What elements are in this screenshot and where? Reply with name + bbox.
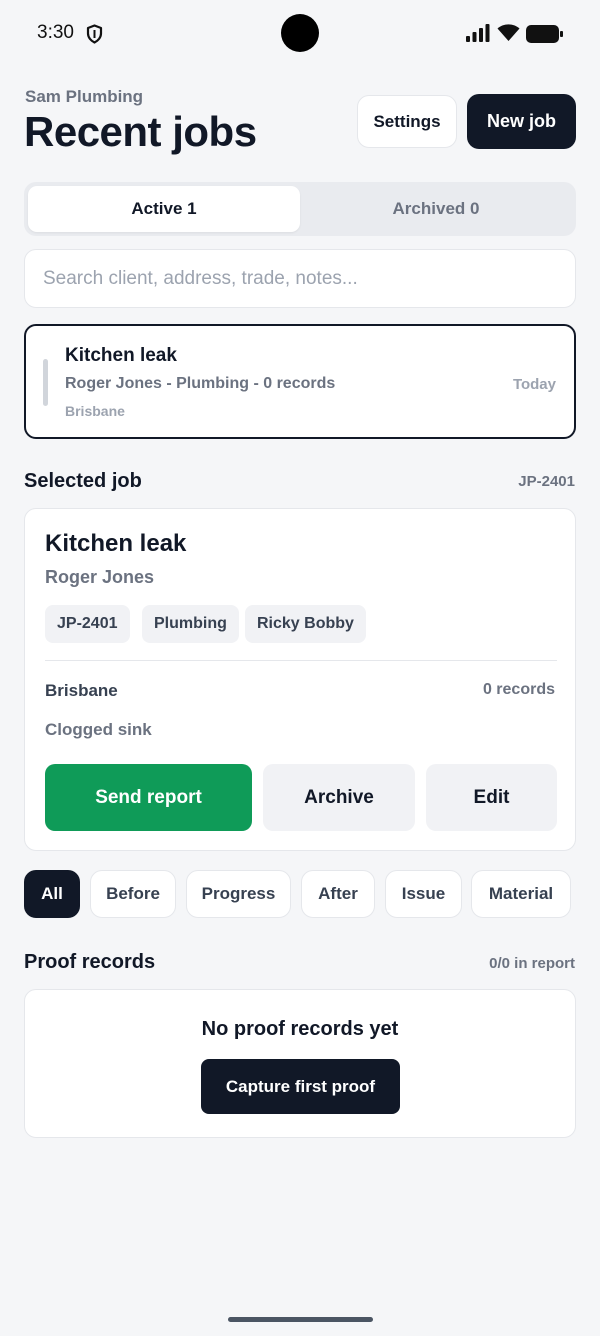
tab-archived[interactable]: Archived 0 <box>300 186 572 232</box>
selected-job-records: 0 records <box>482 681 555 698</box>
filter-progress[interactable]: Progress <box>186 870 291 918</box>
new-job-button[interactable]: New job <box>467 94 576 149</box>
camera-cutout <box>281 14 319 52</box>
job-status-tabs: Active 1 Archived 0 <box>24 182 576 236</box>
signal-icon <box>466 24 490 42</box>
proof-records-card: No proof records yet Capture first proof <box>24 989 576 1138</box>
job-title: Kitchen leak <box>65 345 177 366</box>
divider <box>45 660 557 661</box>
send-report-button[interactable]: Send report <box>45 764 252 831</box>
chip-job-id: JP-2401 <box>45 605 130 643</box>
selected-job-location: Brisbane <box>45 681 118 700</box>
page-title: Recent jobs <box>24 108 257 155</box>
wifi-icon <box>497 24 520 41</box>
chip-trade: Plumbing <box>142 605 239 643</box>
selected-job-title: Kitchen leak <box>45 530 187 557</box>
job-meta: Roger Jones - Plumbing - 0 records <box>65 375 336 392</box>
status-time: 3:30 <box>37 22 74 43</box>
empty-state-text: No proof records yet <box>201 1018 399 1040</box>
settings-button[interactable]: Settings <box>357 95 457 148</box>
chip-assignee: Ricky Bobby <box>245 605 366 643</box>
selected-job-heading: Selected job <box>24 470 142 492</box>
filter-after[interactable]: After <box>301 870 375 918</box>
job-status-bar <box>43 359 48 406</box>
home-indicator[interactable] <box>228 1317 373 1322</box>
shield-icon <box>86 24 103 44</box>
edit-button[interactable]: Edit <box>426 764 557 831</box>
filter-material[interactable]: Material <box>471 870 571 918</box>
battery-icon <box>526 25 563 43</box>
status-bar: 3:30 <box>0 0 600 68</box>
capture-proof-button[interactable]: Capture first proof <box>201 1059 400 1114</box>
search-input[interactable] <box>24 249 576 308</box>
filter-issue[interactable]: Issue <box>385 870 462 918</box>
archive-button[interactable]: Archive <box>263 764 415 831</box>
filter-before[interactable]: Before <box>90 870 176 918</box>
selected-job-id: JP-2401 <box>518 473 575 490</box>
business-name: Sam Plumbing <box>25 87 144 106</box>
selected-job-card: Kitchen leak Roger Jones JP-2401 Plumbin… <box>24 508 576 851</box>
tab-active[interactable]: Active 1 <box>28 186 300 232</box>
job-date: Today <box>512 376 556 393</box>
job-location: Brisbane <box>65 403 125 419</box>
filter-all[interactable]: All <box>24 870 80 918</box>
selected-job-client: Roger Jones <box>45 567 155 587</box>
selected-job-notes: Clogged sink <box>45 720 152 739</box>
job-list-item[interactable]: Kitchen leak Roger Jones - Plumbing - 0 … <box>24 324 576 439</box>
proof-records-count: 0/0 in report <box>489 955 575 972</box>
proof-records-heading: Proof records <box>24 951 156 973</box>
